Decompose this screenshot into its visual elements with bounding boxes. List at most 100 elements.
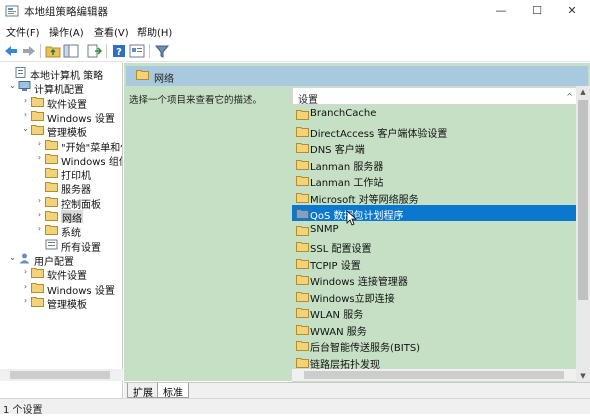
setting-row[interactable]: TCPIP 设置 xyxy=(292,255,576,272)
chevron-right-icon[interactable]: › xyxy=(35,196,44,206)
chevron-right-icon[interactable]: › xyxy=(35,139,44,149)
menu-view[interactable]: 查看(V) xyxy=(94,24,129,39)
setting-row[interactable]: 后台智能传送服务(BITS) xyxy=(292,337,576,354)
svg-text:?: ? xyxy=(116,47,122,58)
tab-standard[interactable]: 标准 xyxy=(157,383,189,399)
folder-icon xyxy=(45,153,58,164)
folder-icon xyxy=(296,126,309,137)
chevron-right-icon[interactable]: › xyxy=(21,282,30,292)
scroll-down-icon[interactable]: ▼ xyxy=(576,370,590,382)
setting-row[interactable]: Lanman 工作站 xyxy=(292,172,576,189)
setting-row[interactable]: SSL 配置设置 xyxy=(292,238,576,255)
tree-item-user-software-settings[interactable]: › 软件设置 xyxy=(0,266,122,280)
tree-item-windows-settings[interactable]: › Windows 设置 xyxy=(0,109,122,123)
chevron-right-icon[interactable]: › xyxy=(35,210,44,220)
setting-label: DNS 客户端 xyxy=(310,145,365,156)
setting-row[interactable]: Windows立即连接 xyxy=(292,288,576,305)
tree-item-start-menu[interactable]: › "开始"菜单和任 xyxy=(0,138,122,152)
folder-icon xyxy=(31,96,44,107)
list-scroll-thumb[interactable] xyxy=(304,371,564,379)
setting-row[interactable]: BranchCache xyxy=(292,106,576,122)
filter-icon[interactable] xyxy=(154,43,170,59)
menu-file[interactable]: 文件(F) xyxy=(6,24,40,39)
tree-item-server[interactable]: 服务器 xyxy=(0,180,122,194)
setting-label: TCPIP 设置 xyxy=(310,260,361,272)
setting-row[interactable]: Windows 连接管理器 xyxy=(292,271,576,288)
chevron-right-icon[interactable]: › xyxy=(21,296,30,306)
setting-label: SSL 配置设置 xyxy=(310,244,372,255)
chevron-right-icon[interactable]: › xyxy=(21,96,30,106)
tree-item-control-panel[interactable]: › 控制面板 xyxy=(0,195,122,209)
status-bar: 1 个设置 xyxy=(0,398,590,416)
setting-row[interactable]: WLAN 服务 xyxy=(292,304,576,321)
tree-horizontal-scrollbar[interactable] xyxy=(0,369,123,381)
folder-icon xyxy=(31,125,44,136)
tree-item-windows-components[interactable]: › Windows 组件 xyxy=(0,152,122,166)
back-arrow-icon[interactable] xyxy=(3,43,19,59)
chevron-right-icon[interactable]: › xyxy=(35,224,44,234)
tree-item-label: Windows 设置 xyxy=(47,113,115,123)
minimize-button[interactable]: — xyxy=(483,0,519,22)
up-folder-icon[interactable] xyxy=(45,43,61,59)
setting-label: DirectAccess 客户端体验设置 xyxy=(310,128,448,140)
chevron-down-icon[interactable]: ⌄ xyxy=(21,124,30,134)
maximize-button[interactable]: ☐ xyxy=(519,0,555,22)
chevron-down-icon[interactable]: ⌄ xyxy=(8,253,17,263)
forward-arrow-icon[interactable] xyxy=(21,43,37,59)
chevron-down-icon[interactable]: ⌄ xyxy=(8,81,17,91)
tree-item-user-windows-settings[interactable]: › Windows 设置 xyxy=(0,281,122,295)
settings-list-icon xyxy=(45,239,58,250)
tree-item-label: 系统 xyxy=(61,228,81,238)
app-icon xyxy=(5,5,19,17)
setting-row[interactable]: Lanman 服务器 xyxy=(292,156,576,173)
close-button[interactable]: ✕ xyxy=(554,0,590,22)
details-header-title: 网络 xyxy=(154,74,174,85)
setting-row[interactable]: DirectAccess 客户端体验设置 xyxy=(292,123,576,140)
menu-action[interactable]: 操作(A) xyxy=(49,24,84,39)
properties-icon[interactable] xyxy=(129,43,145,59)
setting-row[interactable]: WWAN 服务 xyxy=(292,321,576,338)
help-icon[interactable]: ? xyxy=(111,43,127,59)
toolbar-separator xyxy=(40,44,41,58)
menu-help[interactable]: 帮助(H) xyxy=(137,24,172,39)
folder-icon xyxy=(296,341,309,351)
toolbar: ? xyxy=(0,40,590,62)
folder-icon xyxy=(296,209,309,219)
folder-icon xyxy=(31,296,44,307)
setting-row[interactable]: SNMP xyxy=(292,222,576,238)
tree-item-system[interactable]: › 系统 xyxy=(0,223,122,238)
folder-icon xyxy=(296,324,309,335)
chevron-right-icon[interactable]: › xyxy=(21,110,30,120)
tree-scroll-thumb[interactable] xyxy=(10,371,110,379)
folder-icon xyxy=(45,139,58,150)
setting-row[interactable]: 链路层拓扑发现 xyxy=(292,354,576,371)
tree-item-network[interactable]: › 网络 xyxy=(0,209,122,223)
chevron-right-icon[interactable]: › xyxy=(35,153,44,163)
scroll-thumb[interactable] xyxy=(578,100,588,300)
tree-item-local-policy[interactable]: 本地计算机 策略 xyxy=(0,66,122,80)
user-icon xyxy=(19,253,30,264)
tree-item-label: 本地计算机 策略 xyxy=(30,71,104,80)
setting-row[interactable]: Microsoft 对等网络服务 xyxy=(292,189,576,206)
show-hide-tree-icon[interactable] xyxy=(63,43,79,59)
export-list-icon[interactable] xyxy=(86,43,102,59)
setting-row[interactable]: DNS 客户端 xyxy=(292,139,576,156)
details-header-bar xyxy=(126,66,588,86)
tree-item-all-settings[interactable]: 所有设置 xyxy=(0,238,122,252)
scroll-up-icon[interactable]: ▲ xyxy=(576,86,590,98)
folder-icon xyxy=(45,168,58,179)
column-header-setting[interactable]: 设置 ^ xyxy=(292,87,578,106)
setting-row[interactable]: QoS 数据包计划程序 xyxy=(292,205,576,222)
folder-icon xyxy=(31,282,44,293)
tree-item-printers[interactable]: 打印机 xyxy=(0,166,122,180)
vertical-scrollbar[interactable]: ▲ ▼ xyxy=(576,86,590,382)
tree-item-user-config[interactable]: ⌄ 用户配置 xyxy=(0,252,122,266)
tree-item-software-settings[interactable]: › 软件设置 xyxy=(0,95,122,109)
tree-item-admin-templates[interactable]: ⌄ 管理模板 xyxy=(0,123,122,137)
setting-label: WLAN 服务 xyxy=(310,310,364,321)
list-horizontal-scrollbar[interactable] xyxy=(292,369,576,381)
tab-extended[interactable]: 扩展 xyxy=(127,383,159,399)
tree-item-computer-config[interactable]: ⌄ 计算机配置 xyxy=(0,80,122,94)
tree-item-user-admin-templates[interactable]: › 管理模板 xyxy=(0,295,122,309)
chevron-right-icon[interactable]: › xyxy=(21,267,30,277)
